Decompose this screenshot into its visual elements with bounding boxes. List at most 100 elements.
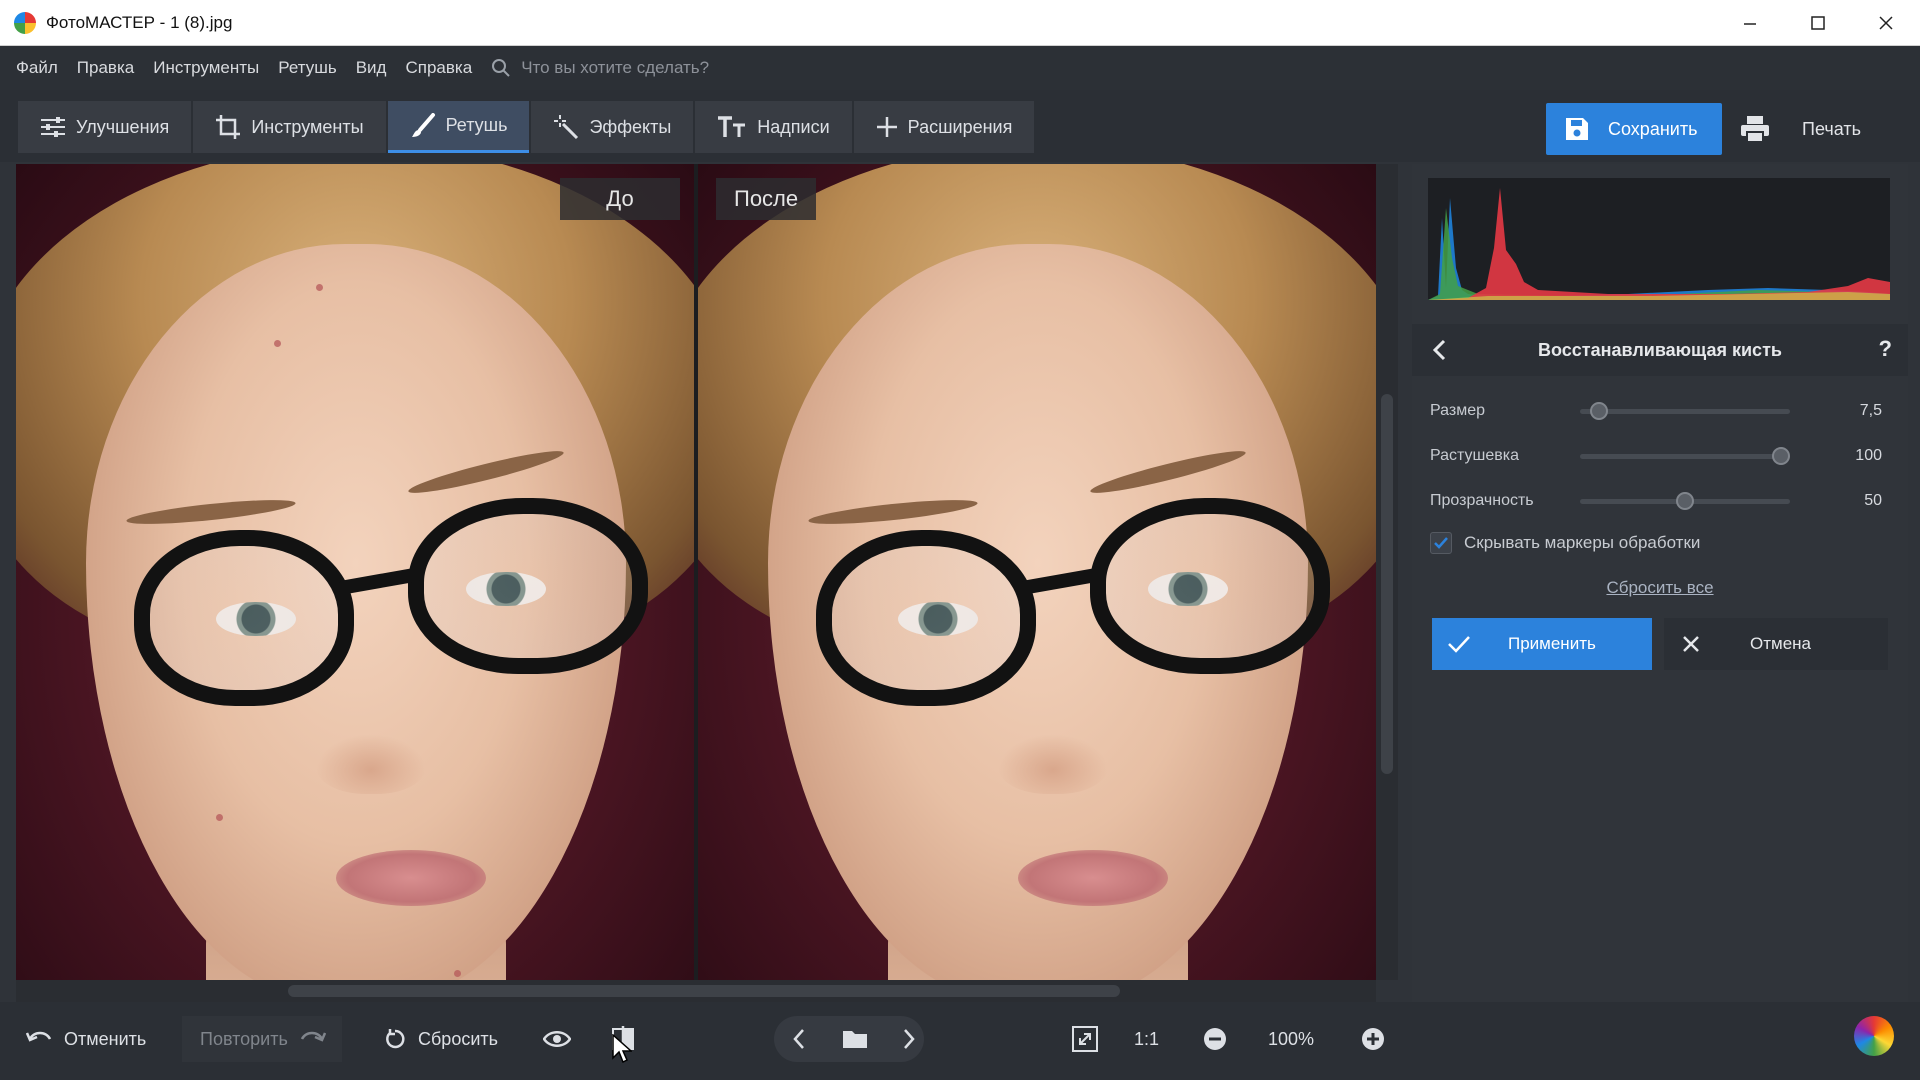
bottom-bar: Отменить Повторить Сбросить 1:1 100% [0, 1002, 1920, 1080]
slider-track[interactable] [1580, 402, 1790, 420]
magic-wand-icon [554, 115, 579, 140]
zoom-level: 100% [1268, 1028, 1315, 1049]
back-arrow-icon[interactable] [1430, 338, 1450, 362]
cancel-button[interactable]: Отмена [1664, 618, 1888, 670]
crop-icon [216, 115, 241, 139]
blemish [216, 814, 223, 821]
menu-edit[interactable]: Правка [77, 58, 134, 78]
slider-handle[interactable] [1589, 402, 1608, 420]
menu-help[interactable]: Справка [405, 58, 472, 78]
slider-value: 50 [1864, 492, 1882, 509]
fit-to-screen-button[interactable] [1062, 1016, 1108, 1062]
tool-header: Восстанавливающая кисть ? [1412, 324, 1908, 376]
tab-effects[interactable]: Эффекты [531, 101, 694, 153]
scrollbar-thumb[interactable] [1381, 394, 1393, 774]
save-label: Сохранить [1608, 118, 1698, 139]
redo-button[interactable]: Повторить [182, 1016, 342, 1062]
tab-label: Ретушь [445, 115, 508, 135]
slider-handle[interactable] [1676, 492, 1694, 510]
tab-label: Инструменты [251, 116, 364, 137]
tab-label: Расширения [907, 116, 1013, 137]
window-controls [1716, 0, 1920, 46]
tool-panel: Восстанавливающая кисть ? Размер 7,5 Рас… [1412, 164, 1908, 1070]
actual-size-button[interactable]: 1:1 [1134, 1016, 1159, 1062]
search-icon [492, 59, 510, 77]
histogram [1428, 178, 1890, 300]
undo-icon [26, 1031, 52, 1042]
search-placeholder: Что вы хотите сделать? [521, 58, 710, 77]
apply-label: Применить [1508, 634, 1596, 653]
reset-label: Сбросить [418, 1028, 499, 1049]
minimize-icon[interactable] [1716, 0, 1784, 46]
glasses-lens-right [408, 498, 648, 674]
eye-icon [543, 1031, 571, 1047]
redo-label: Повторить [200, 1028, 288, 1049]
lips [1018, 850, 1168, 906]
tab-tools[interactable]: Инструменты [193, 101, 386, 153]
mouse-cursor-icon [612, 1034, 632, 1064]
cancel-label: Отмена [1750, 634, 1811, 653]
image-canvas[interactable]: До После [16, 164, 1376, 980]
minus-circle-icon [1204, 1028, 1226, 1050]
glasses-lens-left [816, 530, 1036, 706]
undo-button[interactable]: Отменить [26, 1016, 146, 1062]
photo-after[interactable]: После [698, 164, 1376, 980]
slider-value: 100 [1855, 447, 1882, 464]
slider-label: Размер [1430, 402, 1485, 419]
histogram-graph [1428, 188, 1890, 300]
undo-label: Отменить [64, 1028, 147, 1049]
scrollbar-thumb[interactable] [288, 985, 1120, 997]
checkmark-icon [1448, 636, 1470, 653]
slider-feather: Растушевка 100 [1430, 441, 1890, 471]
menu-tools[interactable]: Инструменты [153, 58, 259, 78]
photo-before[interactable]: До [16, 164, 694, 980]
floppy-disk-icon [1566, 118, 1588, 140]
slider-handle[interactable] [1772, 447, 1790, 465]
menu-bar: Файл Правка Инструменты Ретушь Вид Справ… [0, 46, 1920, 90]
slider-size: Размер 7,5 [1430, 396, 1890, 426]
next-image-button[interactable] [886, 1016, 932, 1062]
menu-file[interactable]: Файл [16, 58, 58, 78]
help-icon[interactable]: ? [1879, 336, 1892, 362]
menu-search[interactable]: Что вы хотите сделать? [491, 58, 709, 78]
color-wheel-icon[interactable] [1854, 1016, 1894, 1056]
reset-button[interactable]: Сбросить [384, 1016, 498, 1062]
tab-captions[interactable]: Надписи [695, 101, 852, 153]
chevron-right-icon [904, 1029, 915, 1049]
slider-track[interactable] [1580, 492, 1790, 510]
save-button[interactable]: Сохранить [1546, 103, 1722, 155]
blemish [454, 970, 461, 977]
apply-button[interactable]: Применить [1432, 618, 1652, 670]
zoom-in-button[interactable] [1350, 1016, 1396, 1062]
zoom-out-button[interactable] [1192, 1016, 1238, 1062]
preview-eye-button[interactable] [534, 1016, 580, 1062]
reset-all-link[interactable]: Сбросить все [1412, 578, 1908, 598]
hide-markers-checkbox[interactable] [1430, 532, 1452, 554]
tool-title: Восстанавливающая кисть [1538, 339, 1782, 360]
slider-track[interactable] [1580, 447, 1790, 465]
close-icon[interactable] [1852, 0, 1920, 46]
checkmark-icon [1434, 537, 1448, 549]
nose [316, 734, 426, 794]
print-label: Печать [1802, 118, 1861, 139]
tab-extensions[interactable]: Расширения [853, 101, 1035, 153]
tab-label: Эффекты [589, 116, 672, 137]
sliders-icon [41, 117, 65, 137]
hide-markers-option[interactable]: Скрывать маркеры обработки [1430, 532, 1700, 554]
print-button[interactable]: Печать [1740, 103, 1900, 155]
printer-icon [1741, 116, 1769, 143]
tab-retouch[interactable]: Ретушь [387, 101, 530, 153]
open-folder-button[interactable] [832, 1016, 878, 1062]
horizontal-scrollbar[interactable] [16, 980, 1376, 1002]
tab-label: Улучшения [76, 116, 170, 137]
previous-image-button[interactable] [776, 1016, 822, 1062]
slider-label: Прозрачность [1430, 492, 1534, 509]
main-toolbar: Улучшения Инструменты Ретушь Эффекты Над… [0, 90, 1920, 162]
before-label: До [560, 178, 680, 220]
vertical-scrollbar[interactable] [1376, 164, 1398, 980]
tab-enhancements[interactable]: Улучшения [18, 101, 192, 153]
tab-bar: Улучшения Инструменты Ретушь Эффекты Над… [18, 101, 1036, 153]
maximize-icon[interactable] [1784, 0, 1852, 46]
menu-retouch[interactable]: Ретушь [278, 58, 336, 78]
menu-view[interactable]: Вид [356, 58, 387, 78]
